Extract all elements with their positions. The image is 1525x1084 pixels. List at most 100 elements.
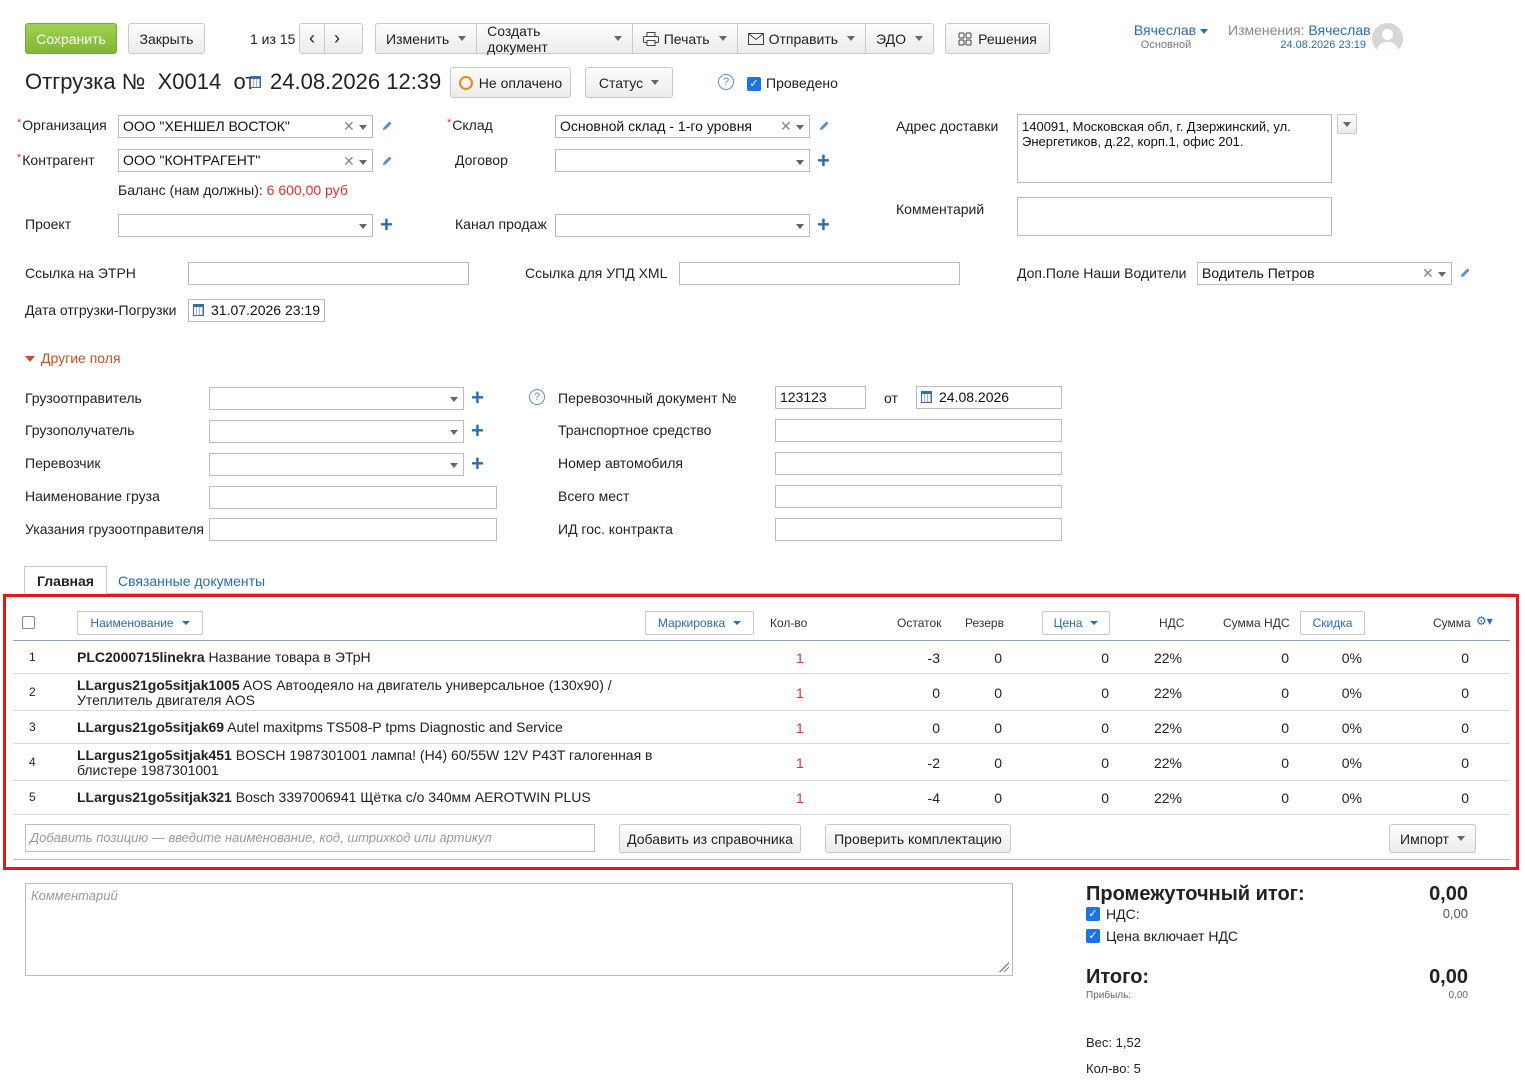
qty-column-header[interactable]: Кол-во [770,616,807,630]
edit-menu[interactable]: Изменить [376,24,478,53]
drivers-dropdown-icon[interactable] [1438,272,1446,277]
add-consignee-icon[interactable]: + [471,420,484,442]
row-price[interactable]: 0 [1029,790,1109,806]
resize-handle-icon[interactable] [999,962,1009,972]
print-menu[interactable]: Печать [633,24,738,53]
prev-page-button[interactable]: ‹ [300,24,325,53]
counterparty-field[interactable]: ООО "КОНТРАГЕНТ" [118,149,373,172]
calendar-icon[interactable] [193,304,204,316]
tab-related-documents[interactable]: Связанные документы [118,573,265,589]
add-project-icon[interactable]: + [380,214,393,236]
product-name[interactable]: LLargus21go5sitjak321 Bosch 3397006941 Щ… [77,790,591,805]
vat-column-header[interactable]: НДС [1159,616,1184,630]
table-row[interactable]: 2 LLargus21go5sitjak1005 AOS Автоодеяло н… [13,674,1510,711]
price-column-header[interactable]: Цена [1042,611,1110,635]
vat-sum-column-header[interactable]: Сумма НДС [1223,616,1290,630]
sales-channel-field[interactable] [555,214,810,237]
row-vat[interactable]: 22% [1102,685,1182,701]
add-shipper-icon[interactable]: + [471,387,484,409]
next-page-button[interactable]: › [325,24,349,53]
vat-checkbox[interactable]: ✓ [1086,907,1100,921]
marking-column-header[interactable]: Маркировка [645,611,754,635]
select-all-checkbox[interactable] [22,616,35,629]
shipper-dropdown-icon[interactable] [450,397,458,402]
transport-doc-field[interactable]: 123123 [775,386,866,409]
carrier-field[interactable] [209,453,464,476]
calendar-icon[interactable] [250,76,261,88]
row-price[interactable]: 0 [1029,720,1109,736]
row-price[interactable]: 0 [1029,650,1109,666]
consignee-dropdown-icon[interactable] [450,430,458,435]
delivery-address-field[interactable]: 140091, Московская обл, г. Дзержинский, … [1017,114,1332,183]
row-discount[interactable]: 0% [1282,755,1362,771]
table-row[interactable]: 1 PLC2000715linekra Название товара в ЭТр… [13,641,1510,674]
drivers-field[interactable]: Водитель Петров [1197,262,1452,285]
comment-field[interactable] [1017,197,1332,236]
add-sales-channel-icon[interactable]: + [817,214,830,236]
sum-column-header[interactable]: Сумма [1433,616,1471,630]
address-expand-button[interactable] [1337,114,1357,134]
stock-column-header[interactable]: Остаток [897,616,941,630]
help-icon[interactable]: ? [529,389,545,405]
status-button[interactable]: Статус [585,67,673,98]
project-dropdown-icon[interactable] [359,224,367,229]
clear-org-icon[interactable]: ✕ [343,119,355,133]
clear-warehouse-icon[interactable]: ✕ [780,119,792,133]
edit-drivers-icon[interactable] [1459,267,1471,279]
row-qty[interactable]: 1 [796,790,804,806]
row-qty[interactable]: 1 [796,720,804,736]
vehicle-field[interactable] [775,419,1062,442]
shipper-field[interactable] [209,387,464,410]
product-name[interactable]: LLargus21go5sitjak1005 AOS Автоодеяло на… [77,677,612,708]
shipper-instructions-field[interactable] [209,518,497,541]
etrn-field[interactable] [188,262,469,285]
row-discount[interactable]: 0% [1282,720,1362,736]
doc-number[interactable]: X0014 [158,69,222,94]
discount-column-header[interactable]: Скидка [1300,611,1365,635]
import-button[interactable]: Импорт [1389,824,1476,853]
row-qty[interactable]: 1 [796,685,804,701]
contract-dropdown-icon[interactable] [796,160,804,165]
payment-status-button[interactable]: Не оплачено [450,67,571,98]
row-price[interactable]: 0 [1029,755,1109,771]
doc-datetime[interactable]: 24.08.2026 12:39 [270,69,441,95]
contract-field[interactable] [555,149,810,172]
upd-field[interactable] [679,262,960,285]
add-from-catalog-button[interactable]: Добавить из справочника [619,824,801,853]
tab-main[interactable]: Главная [24,566,107,594]
project-field[interactable] [118,214,373,237]
changes-user[interactable]: Вячеслав [1308,22,1370,38]
row-discount[interactable]: 0% [1282,790,1362,806]
row-vat[interactable]: 22% [1102,720,1182,736]
reserve-column-header[interactable]: Резерв [965,616,1004,630]
carrier-dropdown-icon[interactable] [450,463,458,468]
avatar[interactable] [1372,23,1403,54]
edit-counterparty-icon[interactable] [381,155,393,167]
solutions-button[interactable]: Решения [945,23,1050,54]
plate-field[interactable] [775,452,1062,475]
cargo-name-field[interactable] [209,486,497,509]
warehouse-field[interactable]: Основной склад - 1-го уровня [555,115,810,138]
table-row[interactable]: 5 LLargus21go5sitjak321 Bosch 3397006941 … [13,781,1510,815]
edit-warehouse-icon[interactable] [818,120,830,132]
create-document-menu[interactable]: Создать документ [477,23,633,55]
price-incl-vat-checkbox[interactable]: ✓ [1086,929,1100,943]
counterparty-dropdown-icon[interactable] [359,160,367,165]
edo-menu[interactable]: ЭДО [866,24,933,53]
add-position-input[interactable]: Добавить позицию — введите наименование,… [25,824,595,852]
sales-channel-dropdown-icon[interactable] [796,224,804,229]
add-carrier-icon[interactable]: + [471,453,484,475]
name-column-header[interactable]: Наименование [77,611,203,635]
column-settings-icon[interactable]: ⚙▾ [1476,614,1493,628]
posted-checkbox[interactable]: ✓ [747,77,761,91]
row-qty[interactable]: 1 [796,650,804,666]
product-name[interactable]: LLargus21go5sitjak451 BOSCH 1987301001 л… [77,747,653,778]
calendar-icon[interactable] [921,391,932,403]
table-row[interactable]: 4 LLargus21go5sitjak451 BOSCH 1987301001 … [13,744,1510,781]
save-button[interactable]: Сохранить [25,23,117,54]
row-price[interactable]: 0 [1029,685,1109,701]
send-menu[interactable]: Отправить [738,24,867,53]
row-discount[interactable]: 0% [1282,685,1362,701]
consignee-field[interactable] [209,420,464,443]
clear-drivers-icon[interactable]: ✕ [1422,266,1434,280]
